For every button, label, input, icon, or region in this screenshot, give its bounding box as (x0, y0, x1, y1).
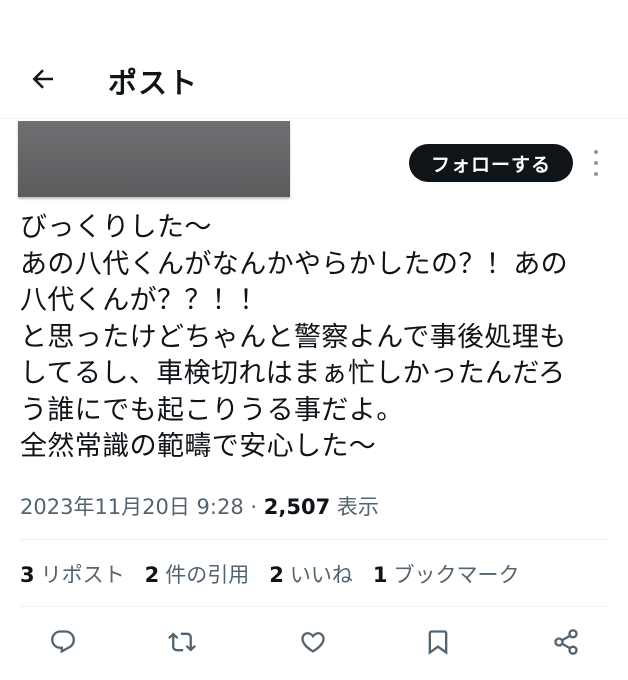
views-count: 2,507 (263, 495, 331, 519)
divider (20, 539, 610, 540)
bookmarks-count: 1 (372, 563, 388, 587)
repost-icon (168, 632, 196, 652)
bookmarks-stat[interactable]: 1 ブックマーク (373, 559, 520, 589)
engagement-stats: 3 リポスト 2 件の引用 2 いいね 1 ブックマーク (20, 559, 540, 589)
tweet-line: 全然常識の範疇で安心した〜 (20, 431, 377, 462)
reply-icon (51, 630, 75, 654)
tweet-line: あの八代くんがなんかやらかしたの？！あの (20, 248, 568, 280)
tweet-line: う誰にでも起こりうる事だよ。 (20, 394, 404, 426)
reposts-stat[interactable]: 3 リポスト (20, 559, 125, 589)
quotes-stat[interactable]: 2 件の引用 (145, 559, 250, 589)
meta-separator: · (250, 495, 258, 519)
action-bar (0, 622, 628, 666)
bookmarks-label: ブックマーク (393, 563, 520, 587)
back-button[interactable] (26, 62, 60, 96)
share-button[interactable] (546, 622, 586, 662)
bookmark-button[interactable] (418, 622, 458, 662)
tweet-line: 八代くんが？？！！ (20, 285, 267, 316)
redacted-author-block (18, 121, 290, 197)
likes-stat[interactable]: 2 いいね (269, 559, 353, 589)
likes-count: 2 (269, 563, 284, 587)
views-label: 表示 (336, 495, 379, 519)
like-icon (301, 632, 325, 653)
tweet-text: びっくりした〜 あの八代くんがなんかやらかしたの？！あの 八代くんが？？！！ と… (20, 210, 620, 466)
likes-label: いいね (289, 563, 353, 587)
like-button[interactable] (293, 622, 333, 662)
quotes-label: 件の引用 (165, 563, 250, 587)
tweet-line: と思ったけどちゃんと警察よんで事後処理も (20, 321, 567, 353)
reposts-label: リポスト (40, 563, 125, 587)
tweet-meta: 2023年11月20日 9:28 · 2,507 表示 (20, 491, 379, 521)
top-bar: ポスト (0, 0, 628, 120)
tweet-line: してるし、車検切れはまぁ忙しかったんだろ (20, 358, 566, 389)
follow-button[interactable]: フォローする (409, 144, 573, 182)
reply-button[interactable] (43, 622, 83, 662)
quotes-count: 2 (144, 563, 160, 587)
reposts-count: 3 (20, 563, 35, 587)
bookmark-icon (428, 630, 448, 655)
divider (20, 606, 610, 607)
more-vertical-icon[interactable] (588, 150, 604, 176)
share-icon (554, 629, 578, 655)
tweet-line: びっくりした〜 (20, 212, 212, 243)
post-timestamp[interactable]: 2023年11月20日 9:28 (20, 495, 244, 519)
page-title: ポスト (108, 66, 199, 100)
repost-button[interactable] (162, 622, 202, 662)
arrow-left-icon (32, 69, 53, 89)
header-divider (0, 118, 628, 119)
